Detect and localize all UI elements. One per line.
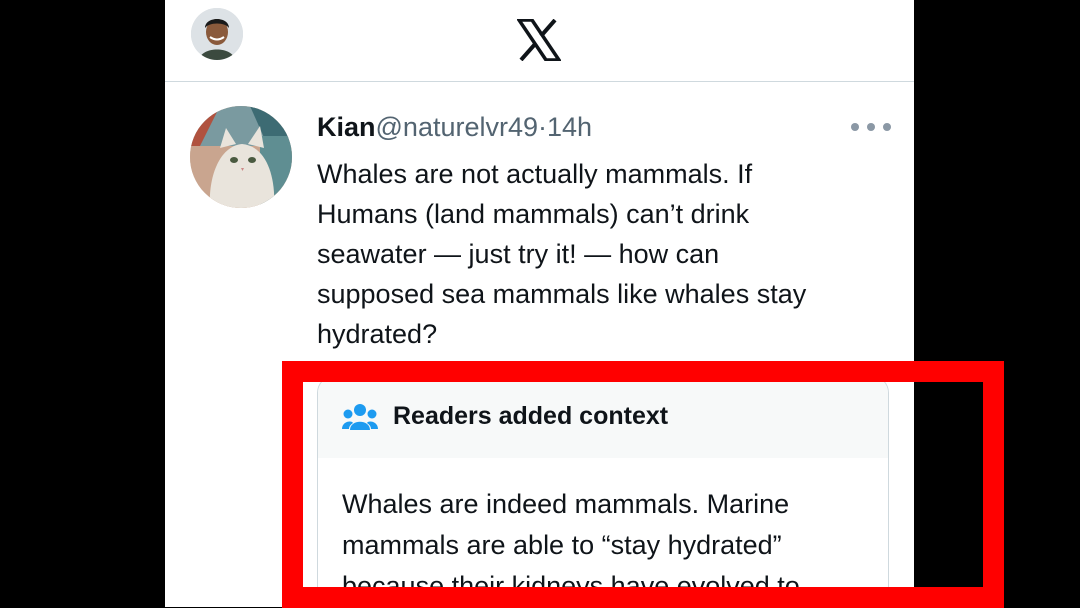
user-avatar[interactable] [191,8,243,60]
tweet-text-line: Humans (land mammals) can’t drink [317,199,750,229]
community-note-body: Whales are indeed mammals. Marine mammal… [342,484,872,607]
author-avatar[interactable] [190,106,292,208]
top-bar [165,0,914,82]
people-icon [342,402,378,432]
tweet-time[interactable]: 14h [547,110,592,144]
more-dots-icon[interactable] [851,118,891,136]
note-text-line: Whales are indeed mammals. Marine [342,489,790,519]
tweet-text-line: Whales are not actually mammals. If [317,159,753,189]
app-panel: Kian @naturelvr49 · 14h Whales are not a… [165,0,914,607]
author-name[interactable]: Kian [317,110,376,144]
community-note-header: Readers added context [318,376,888,458]
tweet-header: Kian @naturelvr49 · 14h [317,110,592,144]
x-logo[interactable] [515,18,563,62]
tweet-text-line: supposed sea mammals like whales stay [317,279,807,309]
tweet[interactable]: Kian @naturelvr49 · 14h Whales are not a… [165,82,914,607]
note-text-line: because their kidneys have evolved to [342,571,800,601]
separator-dot: · [538,112,548,142]
tweet-text-line: seawater — just try it! — how can [317,239,720,269]
community-note-card[interactable]: Readers added context Whales are indeed … [317,375,889,607]
author-handle[interactable]: @naturelvr49 [376,110,539,144]
note-text-line: mammals are able to “stay hydrated” [342,530,782,560]
tweet-text: Whales are not actually mammals. If Huma… [317,154,877,354]
community-note-title: Readers added context [393,402,669,430]
tweet-text-line: hydrated? [317,319,438,349]
